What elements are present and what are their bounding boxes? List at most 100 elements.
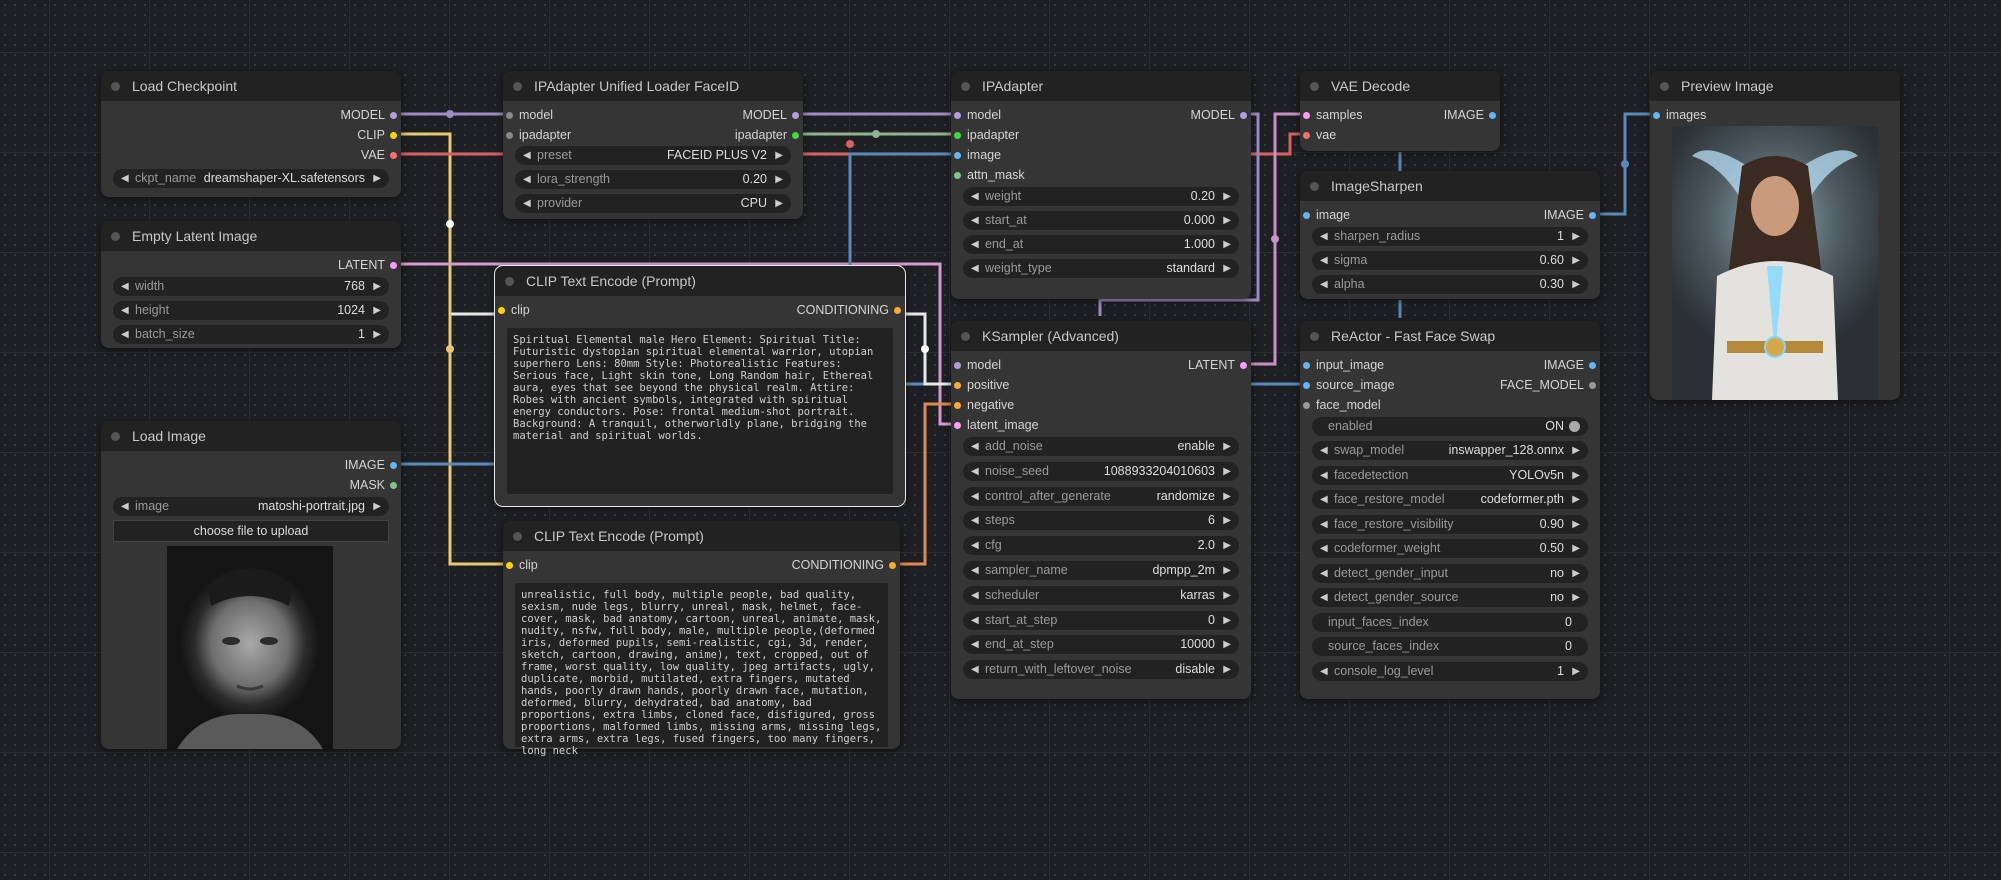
output-pin[interactable] bbox=[1489, 111, 1496, 119]
input-pin[interactable] bbox=[1653, 111, 1660, 119]
output-clip[interactable]: CLIP bbox=[357, 125, 397, 145]
arrow-right-icon[interactable]: ▶ bbox=[775, 170, 783, 189]
arrow-right-icon[interactable]: ▶ bbox=[1572, 515, 1580, 534]
input-pin[interactable] bbox=[506, 561, 513, 569]
collapse-dot-icon[interactable] bbox=[111, 431, 120, 441]
arrow-right-icon[interactable]: ▶ bbox=[1223, 187, 1231, 206]
output-face-model[interactable]: FACE_MODEL bbox=[1500, 375, 1596, 395]
node-header[interactable]: ReActor - Fast Face Swap bbox=[1300, 321, 1600, 351]
widget-control-after-generate[interactable]: ◀ control_after_generate randomize ▶ bbox=[963, 486, 1239, 506]
widget-source-faces-index[interactable]: source_faces_index 0 bbox=[1312, 637, 1588, 656]
node-clip-text-encode-negative[interactable]: CLIP Text Encode (Prompt) clip CONDITION… bbox=[503, 521, 900, 757]
arrow-right-icon[interactable]: ▶ bbox=[775, 146, 783, 165]
node-empty-latent[interactable]: Empty Latent Image LATENT ◀ width 768 ▶ ◀ he… bbox=[101, 221, 401, 348]
arrow-left-icon[interactable]: ◀ bbox=[1320, 227, 1328, 246]
arrow-right-icon[interactable]: ▶ bbox=[1223, 635, 1231, 654]
node-reactor[interactable]: ReActor - Fast Face Swap input_image IMA… bbox=[1300, 321, 1600, 699]
arrow-left-icon[interactable]: ◀ bbox=[971, 187, 979, 206]
output-conditioning[interactable]: CONDITIONING bbox=[792, 555, 896, 575]
input-pin[interactable] bbox=[1303, 131, 1310, 139]
widget-start-at[interactable]: ◀ start_at 0.000 ▶ bbox=[963, 211, 1239, 230]
widget-return-with-leftover-noise[interactable]: ◀ return_with_leftover_noise disable ▶ bbox=[963, 660, 1239, 680]
widget-scheduler[interactable]: ◀ scheduler karras ▶ bbox=[963, 585, 1239, 605]
input-latent-image[interactable]: latent_image bbox=[954, 415, 1039, 435]
prompt-textarea[interactable]: unrealistic, full body, multiple people,… bbox=[515, 583, 888, 757]
output-pin[interactable] bbox=[390, 461, 397, 469]
arrow-right-icon[interactable]: ▶ bbox=[373, 169, 381, 188]
node-header[interactable]: Empty Latent Image bbox=[101, 221, 401, 251]
node-header[interactable]: ImageSharpen bbox=[1300, 171, 1600, 201]
node-header[interactable]: KSampler (Advanced) bbox=[951, 321, 1251, 351]
input-negative[interactable]: negative bbox=[954, 395, 1014, 415]
arrow-right-icon[interactable]: ▶ bbox=[775, 194, 783, 213]
arrow-left-icon[interactable]: ◀ bbox=[1320, 251, 1328, 270]
collapse-dot-icon[interactable] bbox=[513, 531, 522, 541]
input-model[interactable]: model bbox=[954, 355, 1001, 375]
output-pin[interactable] bbox=[1240, 111, 1247, 119]
widget-console-log-level[interactable]: ◀ console_log_level 1 ▶ bbox=[1312, 661, 1588, 681]
node-load-checkpoint[interactable]: Load Checkpoint MODEL CLIP VAE ◀ ckpt_nam… bbox=[101, 71, 401, 197]
output-pin[interactable] bbox=[390, 111, 397, 119]
collapse-dot-icon[interactable] bbox=[505, 276, 514, 286]
arrow-left-icon[interactable]: ◀ bbox=[1320, 662, 1328, 681]
arrow-left-icon[interactable]: ◀ bbox=[1320, 564, 1328, 583]
arrow-left-icon[interactable]: ◀ bbox=[1320, 515, 1328, 534]
output-ipadapter[interactable]: ipadapter bbox=[735, 125, 799, 145]
arrow-left-icon[interactable]: ◀ bbox=[971, 611, 979, 630]
arrow-right-icon[interactable]: ▶ bbox=[373, 301, 381, 320]
input-pin[interactable] bbox=[1303, 361, 1310, 369]
arrow-left-icon[interactable]: ◀ bbox=[971, 259, 979, 278]
output-conditioning[interactable]: CONDITIONING bbox=[797, 300, 901, 320]
arrow-right-icon[interactable]: ▶ bbox=[1572, 662, 1580, 681]
widget-ckpt-name[interactable]: ◀ ckpt_name dreamshaper-XL.safetensors ▶ bbox=[113, 169, 389, 188]
node-header[interactable]: CLIP Text Encode (Prompt) bbox=[503, 521, 900, 551]
output-latent[interactable]: LATENT bbox=[1188, 355, 1247, 375]
node-header[interactable]: IPAdapter bbox=[951, 71, 1251, 101]
widget-sigma[interactable]: ◀ sigma 0.60 ▶ bbox=[1312, 251, 1588, 270]
arrow-left-icon[interactable]: ◀ bbox=[523, 146, 531, 165]
arrow-left-icon[interactable]: ◀ bbox=[971, 235, 979, 254]
toggle-enabled[interactable]: enabled ON bbox=[1312, 417, 1588, 436]
input-pin[interactable] bbox=[954, 151, 961, 159]
output-image[interactable]: IMAGE bbox=[1544, 355, 1596, 375]
node-header[interactable]: VAE Decode bbox=[1300, 71, 1500, 101]
arrow-left-icon[interactable]: ◀ bbox=[1320, 490, 1328, 509]
node-vae-decode[interactable]: VAE Decode samples IMAGE vae bbox=[1300, 71, 1500, 151]
arrow-left-icon[interactable]: ◀ bbox=[1320, 275, 1328, 294]
output-pin[interactable] bbox=[1589, 381, 1596, 389]
input-attn-mask[interactable]: attn_mask bbox=[954, 165, 1025, 185]
node-load-image[interactable]: Load Image IMAGE MASK ◀ image matoshi-port… bbox=[101, 421, 401, 749]
arrow-left-icon[interactable]: ◀ bbox=[523, 170, 531, 189]
arrow-left-icon[interactable]: ◀ bbox=[1320, 539, 1328, 558]
collapse-dot-icon[interactable] bbox=[513, 81, 522, 91]
widget-height[interactable]: ◀ height 1024 ▶ bbox=[113, 301, 389, 320]
output-model[interactable]: MODEL bbox=[341, 105, 397, 125]
node-header[interactable]: IPAdapter Unified Loader FaceID bbox=[503, 71, 803, 101]
arrow-left-icon[interactable]: ◀ bbox=[971, 511, 979, 530]
input-model[interactable]: model bbox=[506, 105, 553, 125]
arrow-left-icon[interactable]: ◀ bbox=[971, 635, 979, 654]
output-pin[interactable] bbox=[1240, 361, 1247, 369]
widget-sampler-name[interactable]: ◀ sampler_name dpmpp_2m ▶ bbox=[963, 560, 1239, 580]
arrow-right-icon[interactable]: ▶ bbox=[373, 277, 381, 296]
widget-weight-type[interactable]: ◀ weight_type standard ▶ bbox=[963, 259, 1239, 278]
input-clip[interactable]: clip bbox=[498, 300, 530, 320]
output-image[interactable]: IMAGE bbox=[1444, 105, 1496, 125]
arrow-left-icon[interactable]: ◀ bbox=[971, 487, 979, 506]
widget-input-faces-index[interactable]: input_faces_index 0 bbox=[1312, 612, 1588, 632]
arrow-right-icon[interactable]: ▶ bbox=[1572, 466, 1580, 485]
collapse-dot-icon[interactable] bbox=[1310, 331, 1319, 341]
output-pin[interactable] bbox=[390, 261, 397, 269]
node-ksampler-advanced[interactable]: KSampler (Advanced) model LATENT positiv… bbox=[951, 321, 1251, 699]
input-positive[interactable]: positive bbox=[954, 375, 1009, 395]
output-pin[interactable] bbox=[894, 306, 901, 314]
arrow-right-icon[interactable]: ▶ bbox=[1223, 536, 1231, 555]
arrow-right-icon[interactable]: ▶ bbox=[1223, 511, 1231, 530]
input-pin[interactable] bbox=[1303, 211, 1310, 219]
output-image[interactable]: IMAGE bbox=[1544, 205, 1596, 225]
widget-end-at[interactable]: ◀ end_at 1.000 ▶ bbox=[963, 235, 1239, 254]
arrow-right-icon[interactable]: ▶ bbox=[1223, 211, 1231, 230]
widget-detect-gender-input[interactable]: ◀ detect_gender_input no ▶ bbox=[1312, 563, 1588, 583]
arrow-right-icon[interactable]: ▶ bbox=[1223, 487, 1231, 506]
input-pin[interactable] bbox=[506, 111, 513, 119]
